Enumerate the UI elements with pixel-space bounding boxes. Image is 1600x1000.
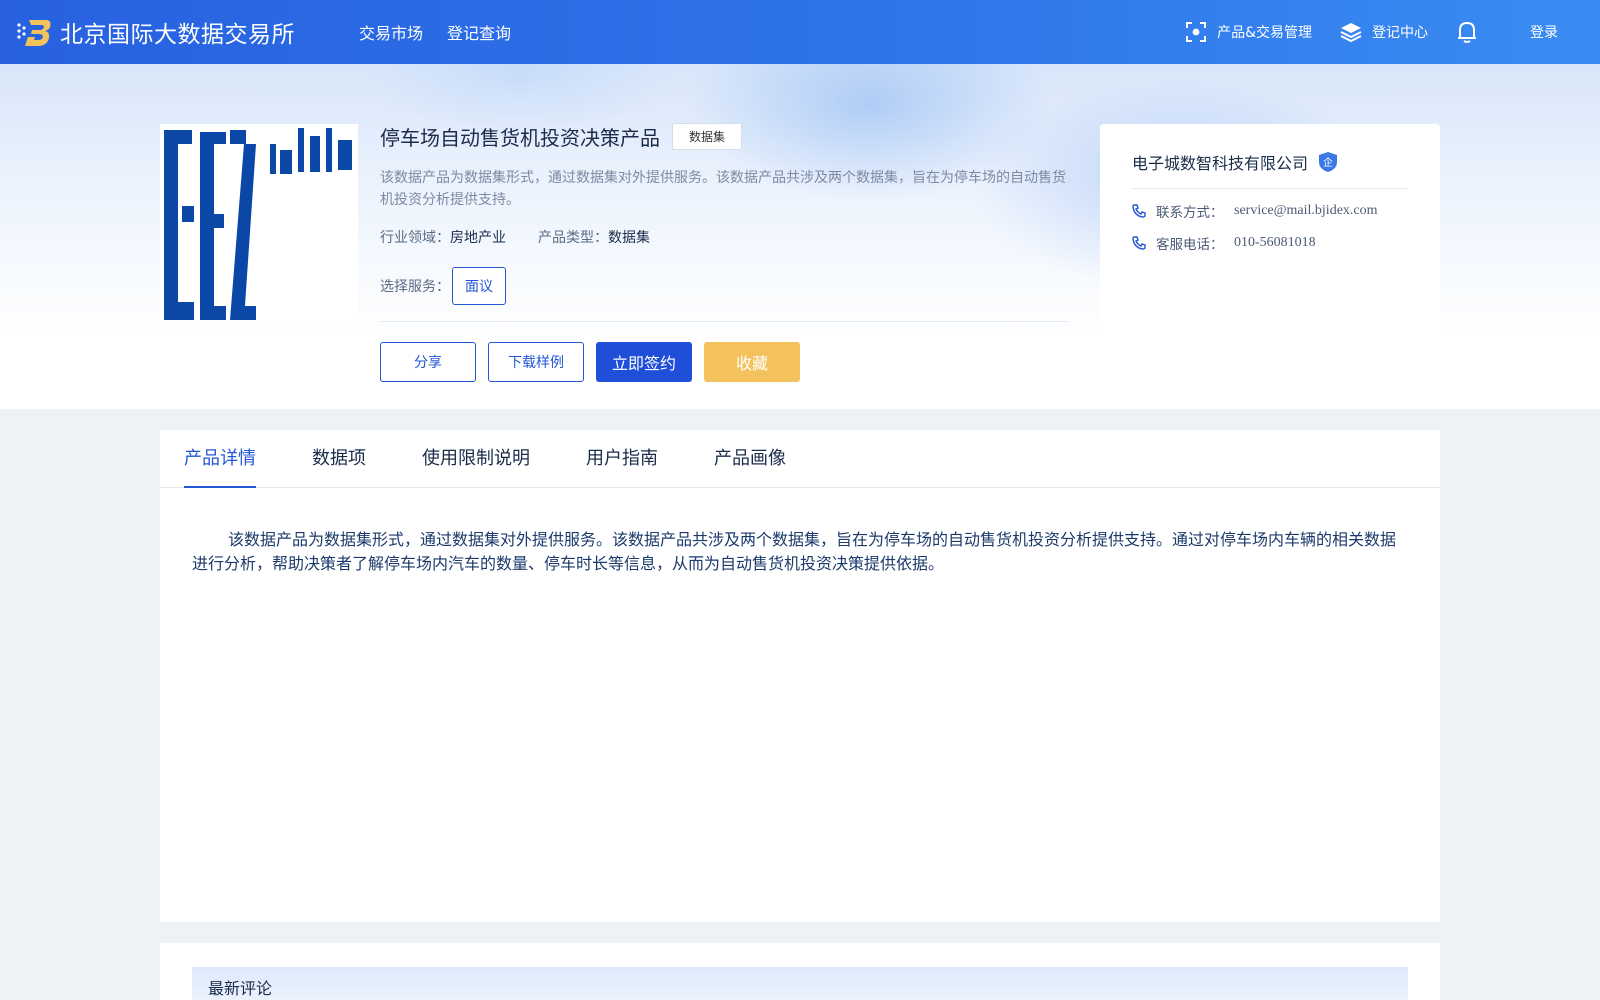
tab-usage-restrictions[interactable]: 使用限制说明 bbox=[422, 430, 530, 487]
product-image bbox=[160, 124, 358, 322]
product-type-label: 产品类型： bbox=[538, 230, 608, 246]
register-center-link[interactable]: 登记中心 bbox=[1340, 21, 1428, 43]
contact-phone-row: 客服电话： 010-56081018 bbox=[1132, 233, 1408, 253]
comments-section: 最新评论 bbox=[160, 943, 1440, 1000]
company-name[interactable]: 电子城数智科技有限公司 bbox=[1132, 150, 1308, 174]
login-button[interactable]: 登录 bbox=[1530, 22, 1558, 42]
product-type-value: 数据集 bbox=[608, 230, 650, 246]
enterprise-badge-text: 企 bbox=[1323, 156, 1333, 169]
detail-text: 该数据产品为数据集形式，通过数据集对外提供服务。该数据产品共涉及两个数据集，旨在… bbox=[192, 530, 1397, 573]
scan-icon bbox=[1186, 22, 1207, 42]
nav-item-market[interactable]: 交易市场 bbox=[359, 20, 423, 44]
contact-label: 联系方式： bbox=[1156, 205, 1224, 221]
product-detail-panel: 产品详情 数据项 使用限制说明 用户指南 产品画像 该数据产品为数据集形式，通过… bbox=[160, 430, 1440, 922]
nav-item-registry-query[interactable]: 登记查询 bbox=[447, 20, 511, 44]
service-label: 选择服务： bbox=[380, 279, 450, 295]
register-center-label: 登记中心 bbox=[1372, 25, 1428, 41]
contact-email[interactable]: service@mail.bjidex.com bbox=[1234, 203, 1378, 219]
company-card: 电子城数智科技有限公司 企 联系方式： service@mail.bjidex.… bbox=[1100, 124, 1440, 409]
tab-product-detail[interactable]: 产品详情 bbox=[184, 430, 256, 488]
favorite-button[interactable]: 收藏 bbox=[704, 342, 800, 382]
product-management-label: 产品&交易管理 bbox=[1217, 25, 1312, 41]
service-selector: 选择服务： 面议 bbox=[380, 267, 1068, 305]
comments-title: 最新评论 bbox=[192, 967, 1408, 1000]
product-description: 该数据产品为数据集形式，通过数据集对外提供服务。该数据产品共涉及两个数据集，旨在… bbox=[380, 170, 1066, 208]
product-meta: 行业领域： 房地产业 产品类型： 数据集 bbox=[380, 227, 1068, 247]
product-info: 停车场自动售货机投资决策产品 数据集 该数据产品为数据集形式，通过数据集对外提供… bbox=[380, 122, 1068, 382]
tab-product-profile[interactable]: 产品画像 bbox=[714, 430, 786, 487]
phone-label: 客服电话： bbox=[1156, 237, 1224, 253]
product-management-link[interactable]: 产品&交易管理 bbox=[1185, 21, 1312, 43]
product-tag: 数据集 bbox=[672, 123, 743, 150]
main-nav: 交易市场 登记查询 bbox=[359, 20, 535, 44]
logo-icon bbox=[16, 16, 52, 48]
logo[interactable]: 北京国际大数据交易所 bbox=[16, 15, 295, 49]
logo-title: 北京国际大数据交易所 bbox=[60, 22, 295, 48]
sign-now-button[interactable]: 立即签约 bbox=[596, 342, 692, 382]
layers-icon bbox=[1340, 23, 1362, 43]
product-hero: 停车场自动售货机投资决策产品 数据集 该数据产品为数据集形式，通过数据集对外提供… bbox=[0, 64, 1600, 409]
phone-number: 010-56081018 bbox=[1234, 235, 1316, 250]
enterprise-badge-icon: 企 bbox=[1319, 152, 1338, 172]
top-navigation-bar: 北京国际大数据交易所 交易市场 登记查询 产品&交易管理 登记中心 登录 bbox=[0, 0, 1600, 64]
divider bbox=[380, 321, 1068, 322]
contact-email-row: 联系方式： service@mail.bjidex.com bbox=[1132, 201, 1408, 221]
bell-icon[interactable] bbox=[1456, 20, 1478, 44]
action-buttons: 分享 下载样例 立即签约 收藏 bbox=[380, 342, 1068, 382]
industry-value: 房地产业 bbox=[450, 230, 506, 246]
phone-icon bbox=[1132, 204, 1146, 218]
service-option-negotiable[interactable]: 面议 bbox=[452, 267, 506, 305]
download-sample-button[interactable]: 下载样例 bbox=[488, 342, 584, 382]
detail-tabs: 产品详情 数据项 使用限制说明 用户指南 产品画像 bbox=[160, 430, 1440, 488]
topbar-right: 产品&交易管理 登记中心 登录 bbox=[1185, 20, 1600, 44]
phone-icon bbox=[1132, 236, 1146, 250]
industry-label: 行业领域： bbox=[380, 230, 450, 246]
share-button[interactable]: 分享 bbox=[380, 342, 476, 382]
tab-user-guide[interactable]: 用户指南 bbox=[586, 430, 658, 487]
product-title: 停车场自动售货机投资决策产品 bbox=[380, 126, 660, 150]
tab-data-items[interactable]: 数据项 bbox=[312, 430, 366, 487]
